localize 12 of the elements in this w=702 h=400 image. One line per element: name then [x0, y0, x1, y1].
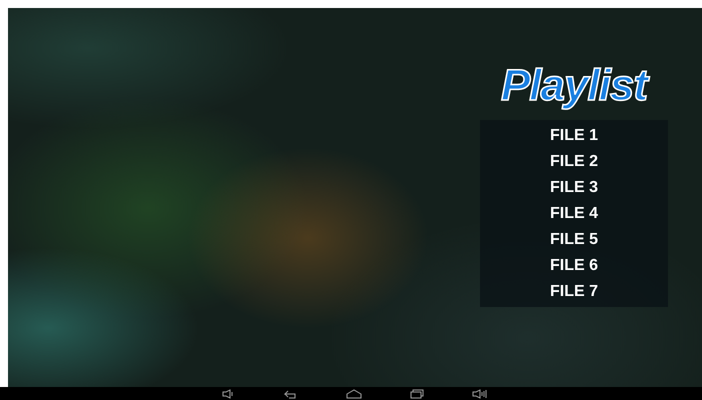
home-icon[interactable] — [346, 388, 362, 398]
playlist-item[interactable]: FILE 4 — [550, 201, 598, 227]
playlist-title: Playlist — [500, 60, 648, 112]
playlist-item[interactable]: FILE 2 — [550, 149, 598, 175]
recent-apps-icon[interactable] — [410, 388, 424, 398]
playlist-item[interactable]: FILE 1 — [550, 123, 598, 149]
playlist-item[interactable]: FILE 3 — [550, 175, 598, 201]
playlist-item[interactable]: FILE 5 — [550, 227, 598, 253]
playlist-item[interactable]: FILE 6 — [550, 253, 598, 279]
playlist-item[interactable]: FILE 7 — [550, 279, 598, 305]
back-icon[interactable] — [284, 388, 298, 398]
volume-up-icon[interactable] — [472, 388, 488, 398]
